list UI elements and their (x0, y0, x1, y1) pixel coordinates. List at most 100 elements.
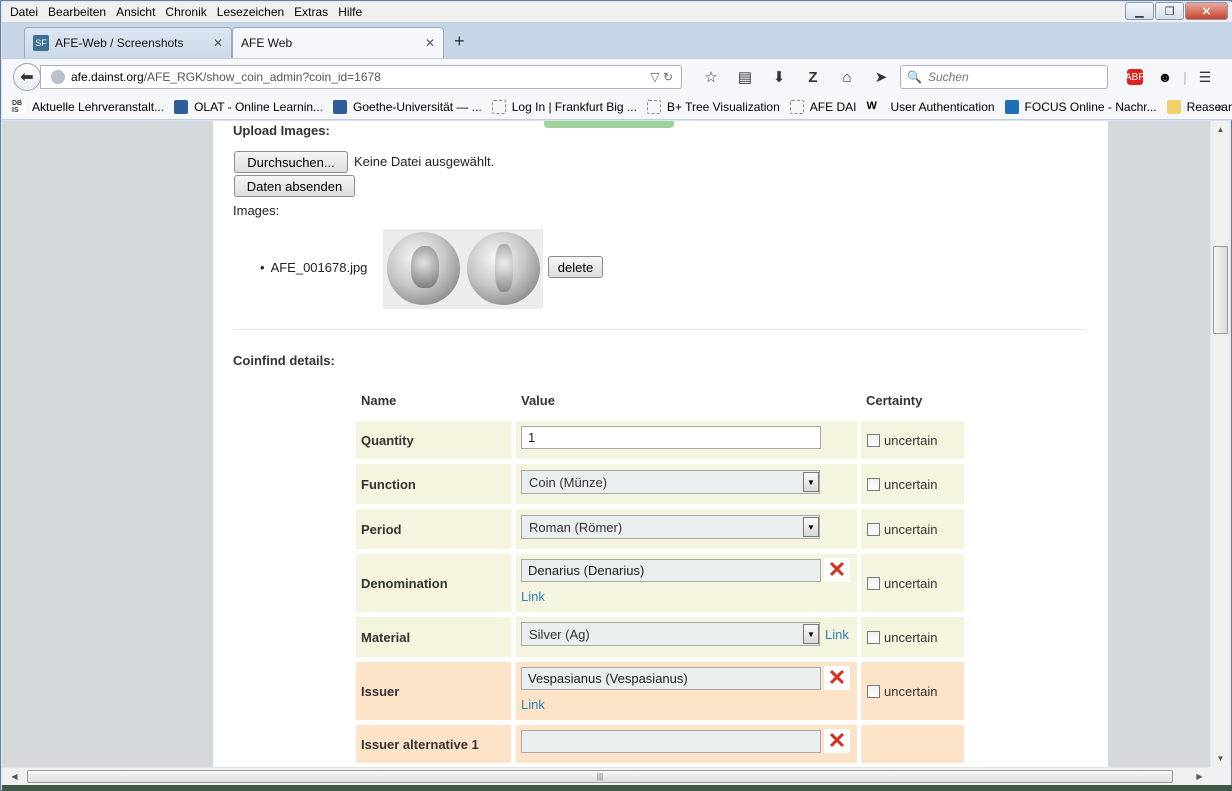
vertical-scrollbar[interactable]: ▲ ▼ (1210, 121, 1230, 767)
uncertain-checkbox[interactable] (867, 684, 880, 698)
bookmark-star-icon[interactable]: ☆ (694, 66, 728, 88)
bookmark-item[interactable]: FOCUS Online - Nachr... (1004, 99, 1157, 114)
download-arrow-icon[interactable]: ⬇ (762, 66, 796, 88)
material-link[interactable]: Link (825, 627, 849, 642)
horizontal-scrollbar[interactable]: ◀ ||| ▶ (2, 767, 1210, 785)
tab-afe-web[interactable]: AFE Web ✕ (232, 27, 444, 58)
certainty-function: uncertain (861, 464, 964, 504)
issuer-field[interactable]: Vespasianus (Vespasianus) (521, 667, 821, 690)
menu-extras[interactable]: Extras (289, 5, 333, 19)
uncertain-checkbox[interactable] (867, 630, 880, 644)
home-icon[interactable]: ⌂ (830, 66, 864, 88)
close-tab-icon[interactable]: ✕ (425, 36, 435, 50)
close-tab-icon[interactable]: ✕ (213, 36, 223, 50)
bookmark-item[interactable]: Goethe-Universität — ... (333, 99, 482, 114)
back-arrow-icon[interactable]: ⬅ (13, 63, 41, 91)
coin-reverse-image[interactable] (463, 229, 543, 309)
dropdown-reload-icon[interactable]: ▽ ↻ (650, 70, 673, 84)
images-label: Images: (233, 203, 280, 218)
tab-afe-screenshots[interactable]: SF AFE-Web / Screenshots ✕ (24, 27, 232, 58)
certainty-quantity: uncertain (861, 421, 964, 459)
sf-favicon-icon: SF (33, 35, 49, 51)
scroll-right-arrow-icon[interactable]: ▶ (1191, 768, 1208, 785)
coinfind-heading: Coinfind details: (233, 353, 335, 368)
uncertain-label: uncertain (884, 476, 938, 492)
quantity-input[interactable]: 1 (521, 426, 821, 449)
scroll-up-arrow-icon[interactable]: ▲ (1211, 121, 1230, 138)
adblock-icon[interactable]: ABP (1120, 67, 1150, 87)
hamburger-menu-icon[interactable]: ☰ (1190, 67, 1220, 87)
material-select[interactable]: Silver (Ag) ▼ (521, 622, 820, 646)
search-placeholder: Suchen (927, 70, 969, 84)
uncertain-checkbox[interactable] (867, 433, 880, 447)
search-input[interactable]: 🔍 Suchen (900, 65, 1108, 89)
chevron-down-icon: ▼ (803, 472, 819, 492)
tab-strip: SF AFE-Web / Screenshots ✕ AFE Web ✕ + (2, 22, 1232, 58)
scroll-thumb[interactable] (1213, 246, 1228, 334)
uncertain-checkbox[interactable] (867, 576, 880, 590)
menu-bearbeiten[interactable]: Bearbeiten (43, 5, 111, 19)
bookmark-item[interactable]: Log In | Frankfurt Big ... (491, 99, 637, 114)
scroll-thumb[interactable]: ||| (27, 770, 1173, 783)
row-label-material: Material (356, 617, 511, 657)
send-arrow-icon[interactable]: ➤ (864, 66, 898, 88)
chevron-down-icon: ▼ (803, 517, 819, 537)
url-bar[interactable]: afe.dainst.org /AFE_RGK/show_coin_admin?… (40, 65, 682, 89)
row-label-denomination: Denomination (356, 554, 511, 612)
zotero-icon[interactable]: Z (796, 66, 830, 88)
uncertain-checkbox[interactable] (867, 477, 880, 491)
period-select[interactable]: Roman (Römer) ▼ (521, 515, 820, 539)
row-label-issuer: Issuer (356, 662, 511, 720)
remove-x-icon[interactable]: ✕ (824, 729, 850, 753)
bookmark-item[interactable]: OLAT - Online Learnin... (174, 99, 323, 114)
column-header-certainty: Certainty (866, 393, 923, 408)
menu-chronik[interactable]: Chronik (160, 5, 211, 19)
bookmark-item[interactable]: W User Authentication (866, 100, 994, 114)
menu-datei[interactable]: Datei (2, 5, 43, 19)
chevron-down-icon: ▼ (803, 624, 819, 644)
issuer-alternative-field[interactable] (521, 730, 821, 753)
browse-button[interactable]: Durchsuchen... (234, 151, 348, 173)
row-value-quantity: 1 (516, 421, 857, 459)
row-value-issuer-alternative-1: ✕ (516, 725, 857, 763)
divider (233, 329, 1086, 330)
blank-page-icon (491, 99, 506, 114)
row-value-issuer: Vespasianus (Vespasianus) ✕ Link (516, 662, 857, 720)
denomination-field[interactable]: Denarius (Denarius) (521, 559, 821, 582)
minimize-button[interactable]: ▁ (1125, 2, 1154, 20)
menu-lesezeichen[interactable]: Lesezeichen (212, 5, 289, 19)
scrollbar-corner (1210, 767, 1231, 785)
issuer-link[interactable]: Link (521, 697, 545, 712)
close-window-button[interactable]: ✕ (1185, 2, 1228, 20)
chevron-more-icon[interactable]: » (1217, 100, 1224, 114)
menu-hilfe[interactable]: Hilfe (333, 5, 367, 19)
maximize-button[interactable]: ❐ (1155, 2, 1184, 20)
coin-obverse-image[interactable] (383, 229, 463, 309)
toolbar-right: ABP ☻ | ☰ (1120, 67, 1220, 87)
scroll-left-arrow-icon[interactable]: ◀ (6, 768, 23, 785)
bookmark-item[interactable]: DB IS Aktuelle Lehrveranstalt... (12, 99, 165, 114)
remove-x-icon[interactable]: ✕ (824, 666, 850, 690)
bookmark-item[interactable]: B+ Tree Visualization (646, 99, 780, 114)
uncertain-checkbox[interactable] (867, 522, 880, 536)
delete-image-button[interactable]: delete (548, 256, 603, 278)
scroll-down-arrow-icon[interactable]: ▼ (1211, 750, 1230, 767)
submit-button[interactable]: Daten absenden (234, 175, 355, 197)
uncertain-label: uncertain (884, 432, 938, 448)
url-host: afe.dainst.org (71, 70, 144, 84)
menu-ansicht[interactable]: Ansicht (111, 5, 160, 19)
bookmark-label: Aktuelle Lehrveranstalt... (32, 99, 165, 114)
reading-list-icon[interactable]: ▤ (728, 66, 762, 88)
bookmark-label: Goethe-Universität — ... (353, 99, 482, 114)
smiley-feedback-icon[interactable]: ☻ (1150, 67, 1180, 87)
goethe-favicon-icon (333, 99, 348, 114)
new-tab-plus-icon[interactable]: + (454, 31, 465, 52)
denomination-link[interactable]: Link (521, 589, 545, 604)
taskbar-strip (2, 785, 1232, 791)
globe-icon (51, 70, 65, 84)
remove-x-icon[interactable]: ✕ (824, 558, 850, 582)
menubar: Datei Bearbeiten Ansicht Chronik Lesezei… (2, 2, 1232, 22)
function-select[interactable]: Coin (Münze) ▼ (521, 470, 820, 494)
bookmark-item[interactable]: AFE DAI (789, 99, 856, 114)
row-value-denomination: Denarius (Denarius) ✕ Link (516, 554, 857, 612)
